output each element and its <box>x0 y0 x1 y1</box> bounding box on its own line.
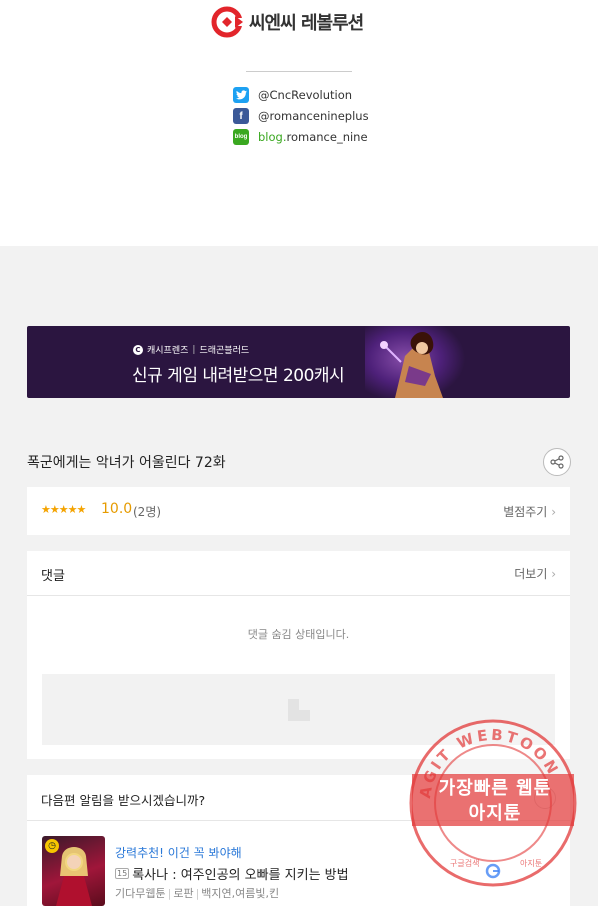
divider <box>246 71 352 72</box>
recommend-title: 록사나 : 여주인공의 오빠를 지키는 방법 <box>132 868 349 883</box>
rate-button[interactable]: 별점주기 › <box>503 503 556 520</box>
comments-card: 댓글 더보기 › 댓글 숨김 상태입니다. <box>27 551 570 759</box>
social-blog-link[interactable]: blog blog. romance_nine <box>233 128 368 146</box>
meta-authors: 백지연,여름빛,킨 <box>201 887 280 900</box>
meta-separator: | <box>167 887 172 900</box>
cashfriends-logo-icon: C <box>133 344 143 355</box>
banner-headline: 신규 게임 내려받으면 200캐시 <box>132 366 345 386</box>
comments-more-button[interactable]: 더보기 › <box>514 565 556 582</box>
rate-label: 별점주기 <box>503 505 548 519</box>
banner-partner: 드래곤블러드 <box>199 346 250 356</box>
banner-brand: 캐시프렌즈 <box>147 346 189 356</box>
rating-count: (2명) <box>133 505 162 519</box>
recommend-meta: 기다무웹툰 | 로판 | 백지연,여름빛,킨 <box>115 885 279 901</box>
thumbnail-art <box>56 847 92 906</box>
blog-icon: blog <box>233 129 249 145</box>
facebook-handle: @romancenineplus <box>258 109 369 123</box>
twitter-handle: @CncRevolution <box>258 88 353 102</box>
age-rating-badge: 15 <box>115 868 130 879</box>
facebook-icon: f <box>233 108 249 124</box>
social-facebook-link[interactable]: f @romancenineplus <box>233 107 369 125</box>
image-placeholder-icon <box>288 699 310 721</box>
share-icon <box>550 455 564 469</box>
banner-character-art <box>365 326 465 398</box>
notify-question: 다음편 알림을 받으시겠습니까? <box>41 793 206 808</box>
twitter-icon <box>233 87 249 103</box>
recommend-title-link[interactable]: 15 록사나 : 여주인공의 오빠를 지키는 방법 <box>115 864 349 883</box>
brand-logo-icon <box>211 6 243 38</box>
recommend-thumbnail[interactable]: ◷ <box>42 836 105 906</box>
chevron-right-icon: › <box>551 567 556 581</box>
rating-card: ★★★★★ 10.0 (2명) 별점주기 › <box>27 487 570 535</box>
banner-separator: | <box>192 344 196 355</box>
social-twitter-link[interactable]: @CncRevolution <box>233 86 352 104</box>
brand-name: 씨엔씨 레볼루션 <box>249 13 364 34</box>
watermark-line2: 아지툰 <box>468 803 522 824</box>
rating-stars: ★★★★★ <box>41 503 86 516</box>
meta-genre: 로판 <box>173 887 194 900</box>
watermark-line1: 가장빠른 웹툰 <box>438 778 552 799</box>
chevron-right-icon: › <box>551 505 556 519</box>
comments-title: 댓글 <box>41 569 65 584</box>
share-button[interactable] <box>543 448 571 476</box>
rating-score: 10.0 <box>101 501 133 517</box>
brand-logo[interactable]: 씨엔씨 레볼루션 <box>211 6 364 38</box>
comments-header: 댓글 더보기 › <box>27 551 570 596</box>
ad-placeholder[interactable] <box>42 674 555 745</box>
comments-more-label: 더보기 <box>514 567 548 581</box>
banner-brand-line: C 캐시프렌즈 | 드래곤블러드 <box>133 343 249 356</box>
blog-handle: romance_nine <box>286 130 368 144</box>
ad-banner[interactable]: C 캐시프렌즈 | 드래곤블러드 신규 게임 내려받으면 200캐시 <box>27 326 570 398</box>
recommend-label: 강력추천! 이건 꼭 봐야해 <box>115 846 242 860</box>
episode-title: 폭군에게는 악녀가 어울린다 72화 <box>27 455 226 471</box>
header-area: 씨엔씨 레볼루션 @CncRevolution f @romanceninepl… <box>0 0 598 246</box>
comments-hidden-message: 댓글 숨김 상태입니다. <box>247 628 350 641</box>
blog-prefix: blog. <box>258 130 287 144</box>
meta-category: 기다무웹툰 <box>115 887 166 900</box>
meta-separator: | <box>195 887 200 900</box>
